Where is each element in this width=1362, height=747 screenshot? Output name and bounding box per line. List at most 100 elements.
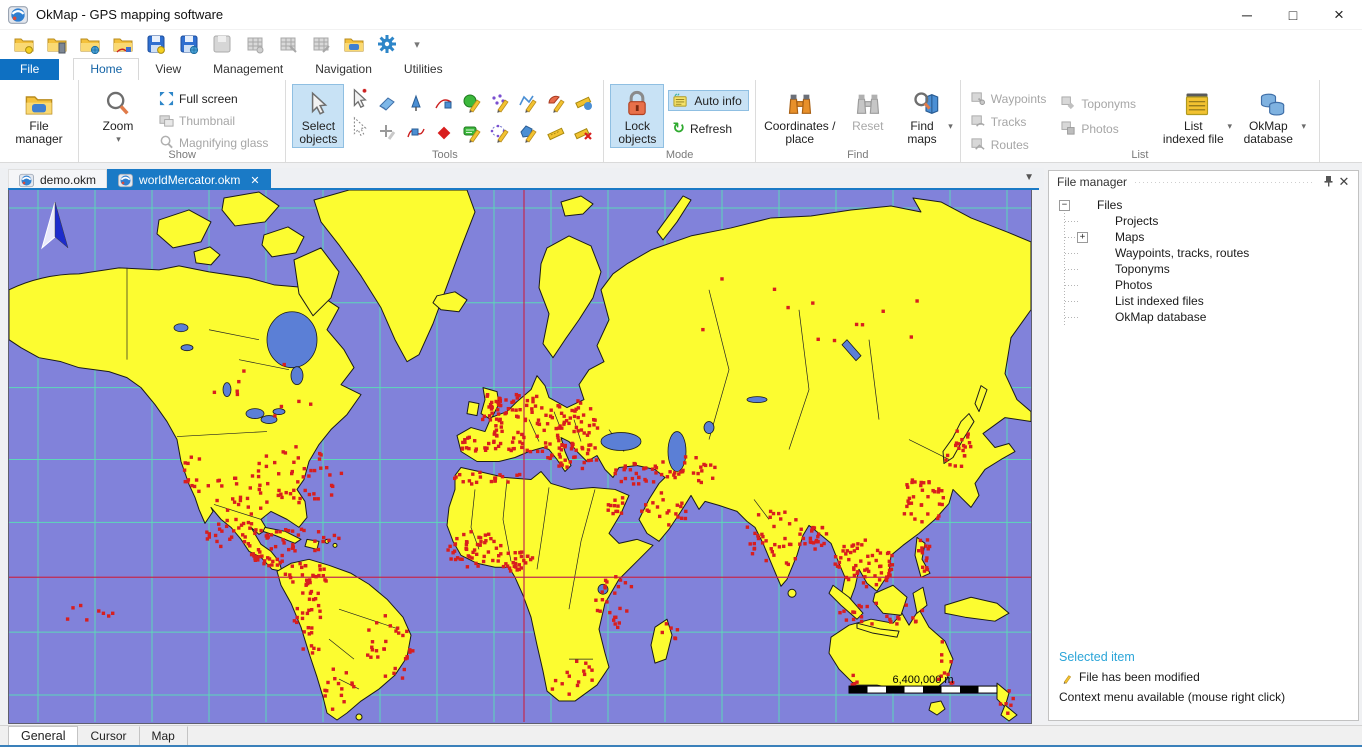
draw-shape-tool-icon[interactable]: [514, 118, 541, 147]
draw-rectangle-tool-icon[interactable]: [458, 118, 485, 147]
waypoint-tool-icon[interactable]: [402, 88, 429, 117]
measure-ruler-tool-icon[interactable]: [542, 118, 569, 147]
draw-arc-tool-icon[interactable]: [542, 88, 569, 117]
modified-pencil-icon: [1059, 671, 1072, 684]
context-menu-hint-text: Context menu available (mouse right clic…: [1059, 690, 1285, 704]
map-viewport[interactable]: 6,400,000 m: [8, 190, 1032, 724]
open-project-icon[interactable]: [12, 32, 36, 56]
measure-delete-tool-icon[interactable]: [570, 118, 597, 147]
tree-item-toponyms[interactable]: Toponyms: [1049, 261, 1358, 277]
document-tab-bar: demo.okm worldMercator.okm ✕ ▼: [0, 168, 1044, 190]
group-find: Coordinates / place Reset Find maps▾ Fin…: [755, 80, 960, 162]
open-track-file-icon[interactable]: [111, 32, 135, 56]
doc-tab-worldmercator[interactable]: worldMercator.okm ✕: [107, 169, 271, 190]
waypoints-list-icon: [971, 91, 986, 106]
tab-view[interactable]: View: [139, 59, 197, 80]
minimize-button[interactable]: ─: [1224, 0, 1270, 30]
save-project-icon[interactable]: [144, 32, 168, 56]
status-tab-map[interactable]: Map: [140, 726, 188, 747]
group-show: Zoom ▾ Full screen Thumbnail Magnifying …: [78, 80, 285, 162]
quick-access-toolbar: ▾: [0, 30, 1362, 58]
okmap-database-button[interactable]: OkMap database▾: [1237, 84, 1307, 148]
status-tab-general[interactable]: General: [8, 726, 78, 747]
window-title: OkMap - GPS mapping software: [36, 7, 223, 22]
track-edit-tool-icon[interactable]: [402, 118, 429, 147]
qat-overflow-icon[interactable]: ▾: [408, 38, 426, 51]
photos-list-button: Photos: [1057, 118, 1143, 139]
draw-circle-tool-icon[interactable]: [458, 88, 485, 117]
zoom-magnifier-icon: [104, 88, 132, 120]
maximize-button[interactable]: □: [1270, 0, 1316, 30]
group-label-find: Find: [756, 149, 960, 161]
list-indexed-file-button[interactable]: List indexed file▾: [1161, 84, 1233, 148]
okmap-database-icon: [1257, 88, 1287, 120]
doc-tab-list-dropdown-icon[interactable]: ▼: [1024, 172, 1034, 183]
tree-item-okmap-database[interactable]: OkMap database: [1049, 309, 1358, 325]
magnifying-glass-icon: [159, 135, 174, 150]
rubber-band-select-icon[interactable]: [348, 116, 370, 138]
tab-home[interactable]: Home: [73, 58, 139, 80]
tree-item-files[interactable]: −Files: [1049, 197, 1358, 213]
list-export-disabled-icon: [309, 32, 333, 56]
world-mercator-map[interactable]: 6,400,000 m: [9, 190, 1031, 722]
route-edit-tool-icon[interactable]: [430, 88, 457, 117]
add-select-cursor-icon[interactable]: [348, 88, 370, 110]
draw-ellipse-tool-icon[interactable]: [486, 118, 513, 147]
tree-item-maps[interactable]: +Maps: [1049, 229, 1358, 245]
status-tab-cursor[interactable]: Cursor: [78, 726, 139, 747]
file-folder-icon[interactable]: [342, 32, 366, 56]
tab-file[interactable]: File: [0, 59, 59, 80]
tab-navigation[interactable]: Navigation: [299, 59, 388, 80]
coordinates-place-button[interactable]: Coordinates / place: [762, 84, 838, 148]
reset-binoculars-icon: [854, 88, 882, 120]
group-label-tools: Tools: [286, 149, 603, 161]
open-from-server-icon[interactable]: [45, 32, 69, 56]
move-crosshair-tool-icon: [374, 118, 401, 147]
waypoints-list-button: Waypoints: [967, 88, 1054, 109]
tree-item-photos[interactable]: Photos: [1049, 277, 1358, 293]
expand-expander-icon[interactable]: +: [1077, 232, 1088, 243]
select-objects-button[interactable]: Select objects: [292, 84, 344, 148]
full-screen-button[interactable]: Full screen: [155, 88, 275, 109]
save-web-map-icon[interactable]: [177, 32, 201, 56]
settings-gear-icon[interactable]: [375, 32, 399, 56]
draw-polyline-tool-icon[interactable]: [514, 88, 541, 117]
reset-button: Reset: [842, 84, 894, 148]
tab-management[interactable]: Management: [197, 59, 299, 80]
file-manager-button[interactable]: File manager: [6, 84, 72, 148]
list-indexed-file-icon: [1182, 88, 1212, 120]
panel-close-icon[interactable]: ✕: [1336, 174, 1352, 190]
tracks-list-icon: [971, 114, 986, 129]
group-label-mode: Mode: [604, 149, 754, 161]
doc-tab-demo[interactable]: demo.okm: [8, 169, 107, 190]
selected-item-info: Selected item File has been modified Con…: [1059, 650, 1348, 710]
draw-diamond-tool-icon[interactable]: [430, 118, 457, 147]
lock-objects-button[interactable]: Lock objects: [610, 84, 664, 148]
find-maps-button[interactable]: Find maps▾: [898, 84, 954, 148]
close-button[interactable]: ×: [1316, 0, 1362, 30]
thumbnail-button: Thumbnail: [155, 110, 275, 131]
refresh-button[interactable]: ↻ Refresh: [668, 118, 748, 139]
measure-area-tool-icon[interactable]: [570, 88, 597, 117]
file-manager-panel: File manager ✕ −Files Projects +Maps Way…: [1048, 170, 1359, 721]
tab-utilities[interactable]: Utilities: [388, 59, 459, 80]
eraser-tool-icon[interactable]: [374, 88, 401, 117]
pin-icon[interactable]: [1320, 175, 1336, 190]
header-dotted-leader: [1135, 180, 1312, 185]
list-grid-disabled-icon: [276, 32, 300, 56]
open-web-map-icon[interactable]: [78, 32, 102, 56]
zoom-dropdown-icon: ▾: [116, 133, 121, 146]
tree-item-list-indexed-files[interactable]: List indexed files: [1049, 293, 1358, 309]
collapse-expander-icon[interactable]: −: [1059, 200, 1070, 211]
tree-item-waypoints-tracks-routes[interactable]: Waypoints, tracks, routes: [1049, 245, 1358, 261]
zoom-button[interactable]: Zoom ▾: [85, 84, 151, 148]
auto-info-button[interactable]: Auto info: [668, 90, 748, 111]
thumbnail-icon: [159, 113, 174, 128]
list-indexed-file-dropdown-icon: ▾: [1228, 120, 1233, 133]
group-label-show: Show: [79, 149, 285, 161]
tree-item-projects[interactable]: Projects: [1049, 213, 1358, 229]
draw-points-tool-icon[interactable]: [486, 88, 513, 117]
doc-tab-close-icon[interactable]: ✕: [250, 174, 259, 187]
doc-icon: [19, 173, 34, 188]
select-cursor-icon: [305, 88, 331, 120]
